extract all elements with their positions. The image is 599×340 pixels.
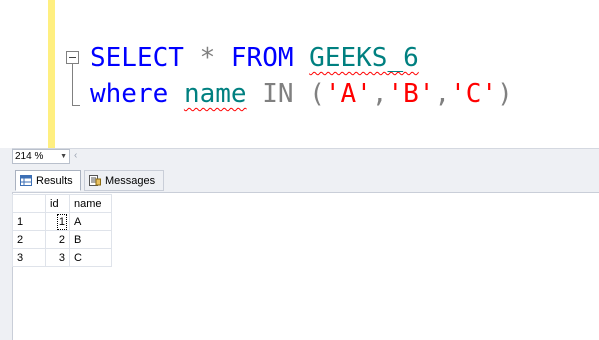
row-number[interactable]: 3 [12, 248, 46, 267]
tab-results-label: Results [36, 175, 73, 187]
cell-name[interactable]: C [69, 248, 112, 267]
cell-name[interactable]: A [69, 212, 112, 231]
table-row[interactable]: 3 3 C [12, 248, 112, 267]
results-tabs: Results Messages [12, 166, 599, 193]
outline-line [72, 64, 73, 106]
messages-icon [89, 175, 101, 186]
open-paren: ( [309, 79, 325, 109]
query-editor[interactable]: SELECT * FROM GEEKS_6 where name IN ('A'… [0, 0, 599, 148]
operator-star: * [199, 43, 216, 73]
chevron-down-icon[interactable]: ▼ [60, 150, 67, 163]
string-value-c: 'C' [450, 79, 498, 109]
table-row[interactable]: 1 1 A [12, 212, 112, 231]
zoom-dropdown[interactable]: 214 % ▼ [12, 149, 70, 164]
scroll-left-icon[interactable]: ‹ [74, 150, 77, 161]
cell-id[interactable]: 2 [45, 230, 70, 249]
grid-icon [20, 175, 32, 186]
collapse-region-icon[interactable] [66, 51, 79, 64]
zoom-bar: 214 % ▼ ‹ [12, 148, 599, 167]
keyword-in: IN [262, 79, 294, 109]
results-grid[interactable]: id name 1 1 A 2 2 B 3 3 C [12, 194, 112, 267]
results-table: id name 1 1 A 2 2 B 3 3 C [12, 194, 112, 267]
tab-messages-label: Messages [105, 175, 156, 187]
tab-messages[interactable]: Messages [84, 170, 164, 191]
row-number[interactable]: 1 [12, 212, 46, 231]
comma: , [371, 79, 388, 109]
cell-id-value: 1 [56, 213, 68, 230]
tab-results[interactable]: Results [15, 170, 81, 191]
cell-id[interactable]: 1 [45, 212, 70, 231]
outline-end [72, 105, 80, 106]
code-margin [56, 0, 64, 148]
keyword-select: SELECT [90, 43, 184, 73]
zoom-value: 214 % [15, 151, 44, 162]
string-value-b: 'B' [387, 79, 435, 109]
column-header-id[interactable]: id [45, 194, 70, 213]
keyword-where: where [90, 79, 169, 109]
close-paren: ) [497, 79, 513, 109]
header-row: id name [12, 194, 112, 213]
cell-name[interactable]: B [69, 230, 112, 249]
code-line-1[interactable]: SELECT * FROM GEEKS_6 [90, 43, 419, 73]
table-name: GEEKS_6 [309, 43, 419, 73]
code-line-2[interactable]: where name IN ('A','B','C') [90, 79, 513, 109]
string-value-a: 'A' [324, 79, 372, 109]
cell-id[interactable]: 3 [45, 248, 70, 267]
row-number[interactable]: 2 [12, 230, 46, 249]
column-name: name [183, 79, 247, 109]
comma: , [434, 79, 451, 109]
table-row[interactable]: 2 2 B [12, 230, 112, 249]
change-marker-bar [48, 0, 55, 148]
corner-cell[interactable] [12, 194, 46, 213]
column-header-name[interactable]: name [69, 194, 112, 213]
keyword-from: FROM [230, 43, 294, 73]
